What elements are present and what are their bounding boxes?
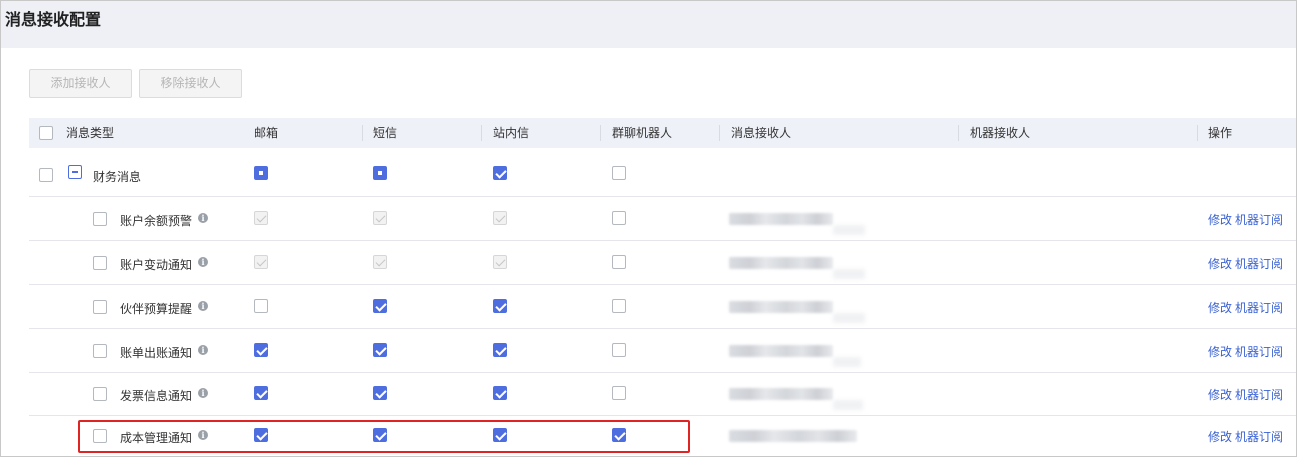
edit-link[interactable]: 修改 bbox=[1208, 255, 1232, 272]
table-row: 账单出账通知 i 修改 机器订阅 bbox=[29, 329, 1296, 373]
minus-square-icon[interactable] bbox=[68, 165, 82, 179]
edit-link[interactable]: 修改 bbox=[1208, 428, 1232, 445]
row-select-checkbox[interactable] bbox=[93, 344, 107, 358]
table-row: 伙伴预算提醒 i 修改 机器订阅 bbox=[29, 285, 1296, 329]
row-sms-checkbox[interactable] bbox=[373, 386, 387, 400]
row-select-checkbox[interactable] bbox=[93, 256, 107, 270]
row-email-checkbox bbox=[254, 255, 268, 269]
column-header-email: 邮箱 bbox=[254, 126, 279, 140]
row-inbox-checkbox[interactable] bbox=[493, 386, 507, 400]
highlight-box bbox=[78, 420, 690, 453]
row-bot-checkbox[interactable] bbox=[612, 211, 626, 225]
group-label: 财务消息 bbox=[93, 170, 142, 184]
row-select-checkbox[interactable] bbox=[93, 387, 107, 401]
row-select-checkbox[interactable] bbox=[93, 212, 107, 226]
row-select-checkbox[interactable] bbox=[93, 300, 107, 314]
row-sms-checkbox[interactable] bbox=[373, 299, 387, 313]
message-config-panel: 消息接收配置 添加接收人 移除接收人 消息类型 邮箱 短信 站内信 群聊机器人 … bbox=[0, 0, 1297, 457]
receiver-redacted bbox=[833, 400, 863, 410]
column-header-message-type: 消息类型 bbox=[66, 126, 115, 140]
column-header-machine-receiver: 机器接收人 bbox=[970, 126, 1031, 140]
info-icon[interactable]: i bbox=[198, 213, 208, 223]
add-receiver-button[interactable]: 添加接收人 bbox=[29, 69, 132, 98]
edit-link[interactable]: 修改 bbox=[1208, 343, 1232, 360]
select-all-checkbox[interactable] bbox=[39, 126, 53, 140]
column-header-actions: 操作 bbox=[1208, 126, 1233, 140]
receiver-redacted bbox=[833, 357, 861, 367]
machine-subscribe-link[interactable]: 机器订阅 bbox=[1235, 211, 1283, 228]
row-sms-checkbox[interactable] bbox=[373, 343, 387, 357]
row-email-checkbox[interactable] bbox=[254, 299, 268, 313]
row-bot-checkbox[interactable] bbox=[612, 299, 626, 313]
row-inbox-checkbox bbox=[493, 255, 507, 269]
group-bot-checkbox[interactable] bbox=[612, 166, 626, 180]
column-divider bbox=[1197, 125, 1198, 141]
group-sms-checkbox[interactable] bbox=[373, 166, 387, 180]
table-row: 账户变动通知 i 修改 机器订阅 bbox=[29, 241, 1296, 285]
row-sms-checkbox bbox=[373, 255, 387, 269]
group-row-finance: 财务消息 bbox=[29, 148, 1296, 197]
message-type-label: 账户变动通知 bbox=[120, 258, 193, 272]
machine-subscribe-link[interactable]: 机器订阅 bbox=[1235, 386, 1283, 403]
column-divider bbox=[600, 125, 601, 141]
table-row: 发票信息通知 i 修改 机器订阅 bbox=[29, 373, 1296, 416]
info-icon[interactable]: i bbox=[198, 345, 208, 355]
receiver-redacted bbox=[729, 430, 857, 442]
receiver-redacted bbox=[729, 213, 833, 225]
table-header: 消息类型 邮箱 短信 站内信 群聊机器人 消息接收人 机器接收人 操作 bbox=[29, 118, 1296, 148]
edit-link[interactable]: 修改 bbox=[1208, 299, 1232, 316]
message-type-label: 账户余额预警 bbox=[120, 214, 193, 228]
receiver-redacted bbox=[729, 301, 833, 313]
info-icon[interactable]: i bbox=[198, 301, 208, 311]
message-type-label: 伙伴预算提醒 bbox=[120, 302, 193, 316]
row-inbox-checkbox bbox=[493, 211, 507, 225]
column-divider bbox=[958, 125, 959, 141]
row-bot-checkbox[interactable] bbox=[612, 255, 626, 269]
table-row: 账户余额预警 i 修改 机器订阅 bbox=[29, 197, 1296, 241]
row-inbox-checkbox[interactable] bbox=[493, 299, 507, 313]
message-type-label: 发票信息通知 bbox=[120, 389, 193, 403]
column-divider bbox=[362, 125, 363, 141]
group-email-checkbox[interactable] bbox=[254, 166, 268, 180]
receiver-redacted bbox=[833, 225, 865, 235]
edit-link[interactable]: 修改 bbox=[1208, 386, 1232, 403]
info-icon[interactable]: i bbox=[198, 257, 208, 267]
receiver-redacted bbox=[833, 269, 865, 279]
group-inbox-checkbox[interactable] bbox=[493, 166, 507, 180]
row-sms-checkbox bbox=[373, 211, 387, 225]
machine-subscribe-link[interactable]: 机器订阅 bbox=[1235, 299, 1283, 316]
message-type-label: 账单出账通知 bbox=[120, 346, 193, 360]
row-email-checkbox[interactable] bbox=[254, 343, 268, 357]
column-divider bbox=[481, 125, 482, 141]
edit-link[interactable]: 修改 bbox=[1208, 211, 1232, 228]
page-title: 消息接收配置 bbox=[5, 10, 102, 29]
title-bar: 消息接收配置 bbox=[1, 1, 1296, 48]
info-icon[interactable]: i bbox=[198, 388, 208, 398]
receiver-redacted bbox=[729, 257, 833, 269]
column-header-sms: 短信 bbox=[373, 126, 398, 140]
column-header-group-bot: 群聊机器人 bbox=[612, 126, 673, 140]
remove-receiver-button[interactable]: 移除接收人 bbox=[139, 69, 242, 98]
receiver-redacted bbox=[833, 313, 865, 323]
machine-subscribe-link[interactable]: 机器订阅 bbox=[1235, 428, 1283, 445]
row-bot-checkbox[interactable] bbox=[612, 343, 626, 357]
receiver-redacted bbox=[729, 345, 833, 357]
machine-subscribe-link[interactable]: 机器订阅 bbox=[1235, 343, 1283, 360]
column-header-inbox: 站内信 bbox=[493, 126, 530, 140]
receiver-redacted bbox=[729, 388, 833, 400]
row-email-checkbox bbox=[254, 211, 268, 225]
row-bot-checkbox[interactable] bbox=[612, 386, 626, 400]
machine-subscribe-link[interactable]: 机器订阅 bbox=[1235, 255, 1283, 272]
column-header-receiver: 消息接收人 bbox=[731, 126, 792, 140]
column-divider bbox=[719, 125, 720, 141]
group-select-checkbox[interactable] bbox=[39, 168, 53, 182]
row-email-checkbox[interactable] bbox=[254, 386, 268, 400]
row-inbox-checkbox[interactable] bbox=[493, 343, 507, 357]
